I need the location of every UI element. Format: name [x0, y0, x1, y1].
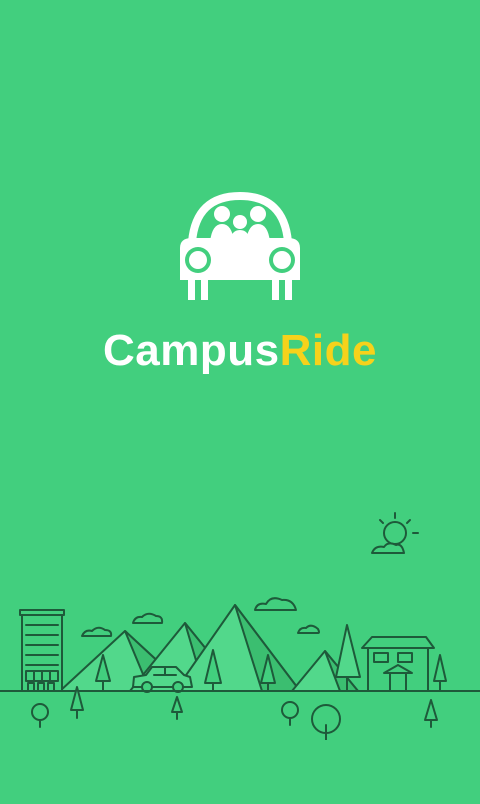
cloud-icon — [132, 612, 164, 624]
cloud-icon — [254, 597, 297, 611]
app-title-part1: Campus — [103, 326, 280, 375]
sun-icon — [371, 512, 419, 554]
tree-icon — [31, 703, 49, 728]
tree-icon — [311, 704, 341, 740]
tree-icon — [433, 654, 447, 692]
app-title-part2: Ride — [279, 326, 377, 375]
splash-screen: CampusRide — [0, 0, 480, 804]
tree-icon — [171, 696, 183, 720]
tree-icon — [424, 699, 438, 728]
cloud-icon — [81, 626, 113, 637]
tree-icon — [281, 701, 299, 726]
app-title: CampusRide — [0, 326, 480, 376]
car-with-passengers-icon — [180, 192, 300, 300]
cloud-icon — [297, 624, 320, 634]
house-icon — [361, 636, 435, 692]
building-icon — [19, 609, 65, 692]
city-landscape-illustration — [0, 512, 480, 740]
